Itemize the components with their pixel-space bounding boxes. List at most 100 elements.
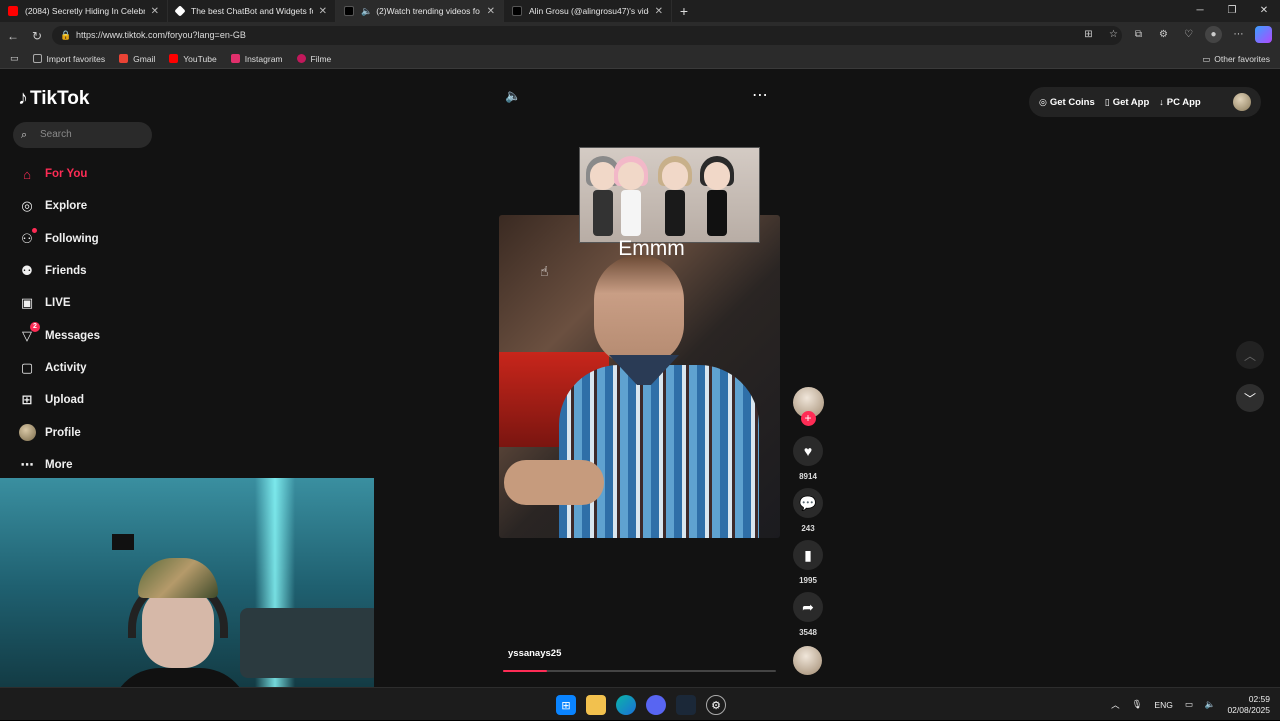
discord-icon[interactable]	[646, 695, 666, 715]
sound-disc-avatar[interactable]	[793, 646, 822, 675]
lock-icon[interactable]: 🔒	[60, 26, 71, 45]
live-icon: ▣	[20, 295, 34, 311]
tiktok-logo[interactable]: ♪ TikTok	[18, 87, 89, 110]
chibi-character	[700, 154, 734, 238]
search-icon: ⌕	[21, 129, 28, 141]
minimize-icon[interactable]: ─	[1184, 0, 1216, 22]
favorite-filme[interactable]: Filme	[296, 54, 331, 64]
share-button[interactable]: ➦	[793, 592, 823, 622]
window-controls: ─ ❐ ✕	[1184, 0, 1280, 22]
download-icon: ↓	[1159, 97, 1164, 107]
other-favorites[interactable]: ▭ Other favorites	[1202, 49, 1270, 69]
favorite-instagram[interactable]: Instagram	[230, 54, 283, 64]
pc-app-button[interactable]: ↓ PC App	[1159, 97, 1200, 108]
sidebar-toggle-icon[interactable]: ▭	[10, 53, 19, 64]
close-window-icon[interactable]: ✕	[1248, 0, 1280, 22]
previous-video-button[interactable]: ︿	[1236, 341, 1264, 369]
user-avatar[interactable]	[1233, 93, 1251, 111]
maximize-icon[interactable]: ❐	[1216, 0, 1248, 22]
back-icon[interactable]: ←	[1, 29, 25, 43]
sidebar-item-label: LIVE	[45, 297, 71, 310]
video-caption-overlay: Emmm	[618, 237, 685, 260]
sidebar-item-live[interactable]: ▣ LIVE	[18, 287, 178, 319]
sidebar-item-activity[interactable]: ▢ Activity	[18, 352, 178, 384]
chatgpt-icon[interactable]: ⚙	[706, 695, 726, 715]
sidebar-item-messages[interactable]: ▽ 2 Messages	[18, 319, 178, 351]
edge-browser-icon[interactable]	[616, 695, 636, 715]
sidebar-item-more[interactable]: ⋯ More	[18, 449, 178, 481]
browser-tab-strip: (2084) Secretly Hiding In Celebrit ✕ The…	[0, 0, 1280, 22]
favorite-import[interactable]: Import favorites	[32, 54, 105, 64]
sidebar-item-friends[interactable]: ⚉ Friends	[18, 255, 178, 287]
url-field[interactable]: 🔒 https://www.tiktok.com/foryou?lang=en-…	[52, 26, 1122, 45]
volume-icon[interactable]: 🔈	[505, 88, 521, 104]
taskbar-apps: ⊞ ⚙	[556, 695, 726, 715]
browser-tab-1[interactable]: (2084) Secretly Hiding In Celebrit ✕	[0, 0, 168, 22]
profile-avatar[interactable]: ●	[1205, 26, 1222, 43]
get-coins-button[interactable]: ◎ Get Coins	[1039, 97, 1095, 108]
tiktok-favicon-icon	[344, 6, 354, 16]
comment-icon: 💬	[799, 494, 817, 511]
favorite-youtube[interactable]: YouTube	[169, 54, 217, 64]
video-progress-bar[interactable]	[503, 670, 776, 672]
close-tab-icon[interactable]: ✕	[151, 6, 159, 17]
creator-avatar[interactable]: +	[792, 387, 824, 426]
copilot-icon[interactable]	[1255, 26, 1272, 43]
sidebar-item-label: Activity	[45, 361, 87, 374]
share-count: 3548	[799, 628, 817, 637]
windows-start-icon[interactable]: ⊞	[556, 695, 576, 715]
video-person-hand	[504, 460, 604, 505]
refresh-icon[interactable]: ↻	[25, 29, 49, 43]
new-tab-button[interactable]: +	[672, 3, 696, 19]
sidebar-item-label: Explore	[45, 200, 88, 213]
youtube-icon	[169, 54, 179, 63]
browser-essentials-icon[interactable]: ♡	[1180, 26, 1197, 43]
sidebar-item-explore[interactable]: ◎ Explore	[18, 190, 178, 222]
sidebar-item-label: Upload	[45, 394, 84, 407]
chevron-up-icon[interactable]: ︿	[1111, 699, 1120, 711]
profile-avatar	[18, 424, 36, 442]
sidebar-item-profile[interactable]: Profile	[18, 416, 178, 448]
menu-dots-icon[interactable]: ⋯	[1230, 26, 1247, 43]
follow-plus-icon[interactable]: +	[800, 411, 816, 426]
sidebar-item-for-you[interactable]: ⌂ For You	[18, 158, 178, 190]
next-video-button[interactable]: ﹀	[1236, 384, 1264, 412]
sidebar-item-upload[interactable]: ⊞ Upload	[18, 384, 178, 416]
upload-icon: ⊞	[21, 392, 33, 408]
extensions-icon[interactable]: ⧉	[1130, 26, 1147, 43]
close-tab-icon[interactable]: ✕	[487, 6, 495, 17]
microphone-icon[interactable]: 🎙	[1132, 699, 1143, 710]
speaker-icon[interactable]: 🔈	[361, 6, 372, 17]
search-input[interactable]: ⌕ Search	[13, 122, 152, 148]
browser-tab-3[interactable]: 🔈 (2)Watch trending videos fo ✕	[336, 0, 504, 22]
friends-icon: ⚉	[21, 263, 33, 279]
video-author[interactable]: yssanays25	[508, 648, 561, 659]
steam-icon[interactable]	[676, 695, 696, 715]
browser-tab-4[interactable]: Alin Grosu (@alingrosu47)'s vide ✕	[504, 0, 672, 22]
url-text: https://www.tiktok.com/foryou?lang=en-GB	[76, 30, 246, 40]
favorite-star-icon[interactable]: ☆	[1105, 26, 1122, 43]
sidebar-item-following[interactable]: ⚇ Following	[18, 223, 178, 255]
display-icon[interactable]: ▭	[1185, 699, 1193, 710]
webcam-overlay	[0, 478, 374, 720]
close-tab-icon[interactable]: ✕	[319, 6, 327, 17]
app-available-icon[interactable]: ⊞	[1080, 26, 1097, 43]
collections-icon[interactable]: ⚙	[1155, 26, 1172, 43]
language-indicator[interactable]: ENG	[1154, 700, 1172, 710]
more-options-icon[interactable]: ⋯	[752, 85, 769, 105]
tiktok-favicon-icon	[512, 6, 522, 16]
save-button[interactable]: ▮	[793, 540, 823, 570]
volume-icon[interactable]: 🔈	[1205, 699, 1216, 710]
file-explorer-icon[interactable]	[586, 695, 606, 715]
like-button[interactable]: ♥	[793, 436, 823, 466]
comment-button[interactable]: 💬	[793, 488, 823, 518]
close-tab-icon[interactable]: ✕	[655, 6, 663, 17]
get-app-button[interactable]: ▯ Get App	[1105, 97, 1150, 108]
clock[interactable]: 02:59 02/08/2025	[1227, 694, 1270, 716]
like-count: 8914	[799, 472, 817, 481]
chatbot-favicon-icon	[174, 5, 186, 17]
browser-tab-2[interactable]: The best ChatBot and Widgets fo ✕	[168, 0, 336, 22]
sidebar-item-label: For You	[45, 168, 88, 181]
favorite-gmail[interactable]: Gmail	[119, 54, 155, 64]
phone-icon: ▯	[1104, 96, 1110, 107]
